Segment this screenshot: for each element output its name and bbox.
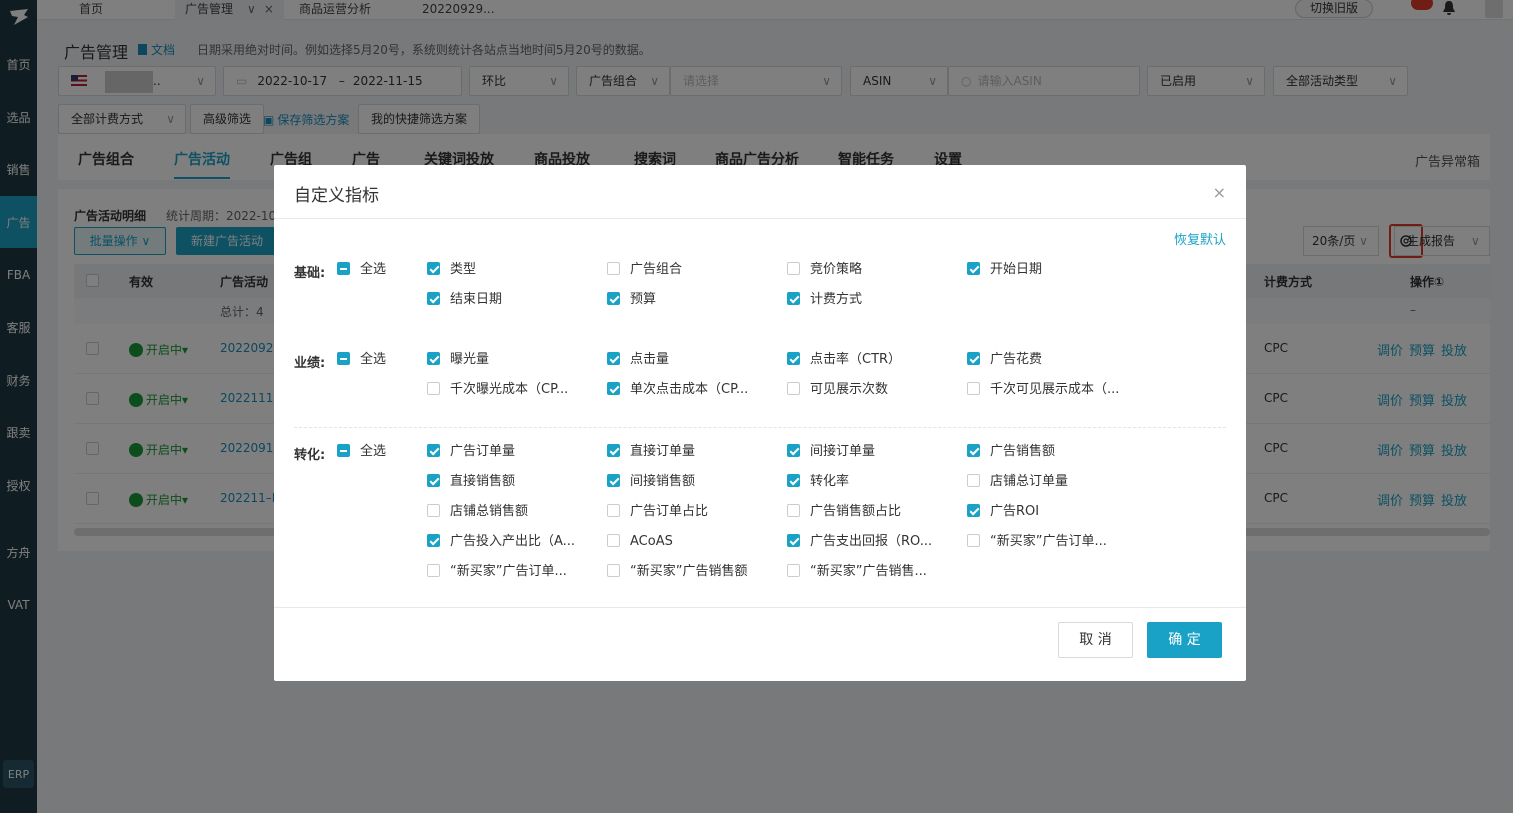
metric-checkbox[interactable]: 转化率 bbox=[787, 473, 849, 491]
metric-checkbox[interactable]: 广告订单量 bbox=[427, 443, 515, 461]
metric-checkbox[interactable]: “新买家”广告销售... bbox=[787, 563, 927, 581]
group-divider bbox=[294, 427, 1226, 428]
metric-checkbox[interactable]: 广告ROI bbox=[967, 503, 1039, 521]
metric-checkbox[interactable]: 广告投入产出比（A... bbox=[427, 533, 575, 551]
metric-checkbox[interactable]: 广告订单占比 bbox=[607, 503, 708, 521]
metric-checkbox[interactable]: 店铺总订单量 bbox=[967, 473, 1068, 491]
metric-checkbox[interactable]: 直接销售额 bbox=[427, 473, 515, 491]
metric-checkbox[interactable]: ACoAS bbox=[607, 533, 673, 551]
metric-checkbox[interactable]: “新买家”广告订单... bbox=[427, 563, 567, 581]
restore-default-link[interactable]: 恢复默认 bbox=[1174, 229, 1226, 248]
group-label-conversion: 转化: bbox=[294, 448, 326, 463]
metric-checkbox[interactable]: “新买家”广告销售额 bbox=[607, 563, 747, 581]
metric-checkbox[interactable]: 曝光量 bbox=[427, 351, 489, 369]
metric-checkbox[interactable]: 广告组合 bbox=[607, 261, 682, 279]
metric-checkbox[interactable]: 广告支出回报（RO... bbox=[787, 533, 932, 551]
metric-checkbox[interactable]: 单次点击成本（CP... bbox=[607, 381, 748, 399]
dialog-footer: 取 消 确 定 bbox=[274, 607, 1246, 681]
custom-metrics-dialog: 自定义指标 × 恢复默认 基础: 全选 类型 广告组合 竞价策略 开始日期 结束… bbox=[274, 165, 1246, 681]
cancel-button[interactable]: 取 消 bbox=[1058, 622, 1133, 658]
group-label-basic: 基础: bbox=[294, 266, 326, 281]
metric-checkbox[interactable]: 广告花费 bbox=[967, 351, 1042, 369]
metric-checkbox[interactable]: 广告销售额 bbox=[967, 443, 1055, 461]
metric-checkbox[interactable]: 可见展示次数 bbox=[787, 381, 888, 399]
metric-checkbox[interactable]: 点击率（CTR） bbox=[787, 351, 901, 369]
metric-checkbox[interactable]: 点击量 bbox=[607, 351, 669, 369]
metric-checkbox[interactable]: 直接订单量 bbox=[607, 443, 695, 461]
dialog-title: 自定义指标 bbox=[294, 186, 379, 206]
metric-checkbox[interactable]: 竞价策略 bbox=[787, 261, 862, 279]
metric-checkbox[interactable]: 计费方式 bbox=[787, 291, 862, 309]
metric-checkbox[interactable]: 结束日期 bbox=[427, 291, 502, 309]
close-icon[interactable]: × bbox=[1213, 183, 1226, 202]
metric-checkbox[interactable]: 店铺总销售额 bbox=[427, 503, 528, 521]
select-all-performance-checkbox[interactable]: 全选 bbox=[337, 351, 386, 369]
metric-checkbox[interactable]: 间接订单量 bbox=[787, 443, 875, 461]
metric-checkbox[interactable]: 预算 bbox=[607, 291, 656, 309]
dialog-header: 自定义指标 × bbox=[274, 165, 1246, 219]
metric-checkbox[interactable]: 开始日期 bbox=[967, 261, 1042, 279]
select-all-conversion-checkbox[interactable]: 全选 bbox=[337, 443, 386, 461]
metric-checkbox[interactable]: 广告销售额占比 bbox=[787, 503, 901, 521]
group-label-performance: 业绩: bbox=[294, 356, 326, 371]
metric-checkbox[interactable]: 千次可见展示成本（... bbox=[967, 381, 1119, 399]
metric-checkbox[interactable]: 间接销售额 bbox=[607, 473, 695, 491]
metric-checkbox[interactable]: 类型 bbox=[427, 261, 476, 279]
metric-checkbox[interactable]: “新买家”广告订单... bbox=[967, 533, 1107, 551]
select-all-basic-checkbox[interactable]: 全选 bbox=[337, 261, 386, 279]
confirm-button[interactable]: 确 定 bbox=[1147, 622, 1222, 658]
metric-checkbox[interactable]: 千次曝光成本（CP... bbox=[427, 381, 568, 399]
